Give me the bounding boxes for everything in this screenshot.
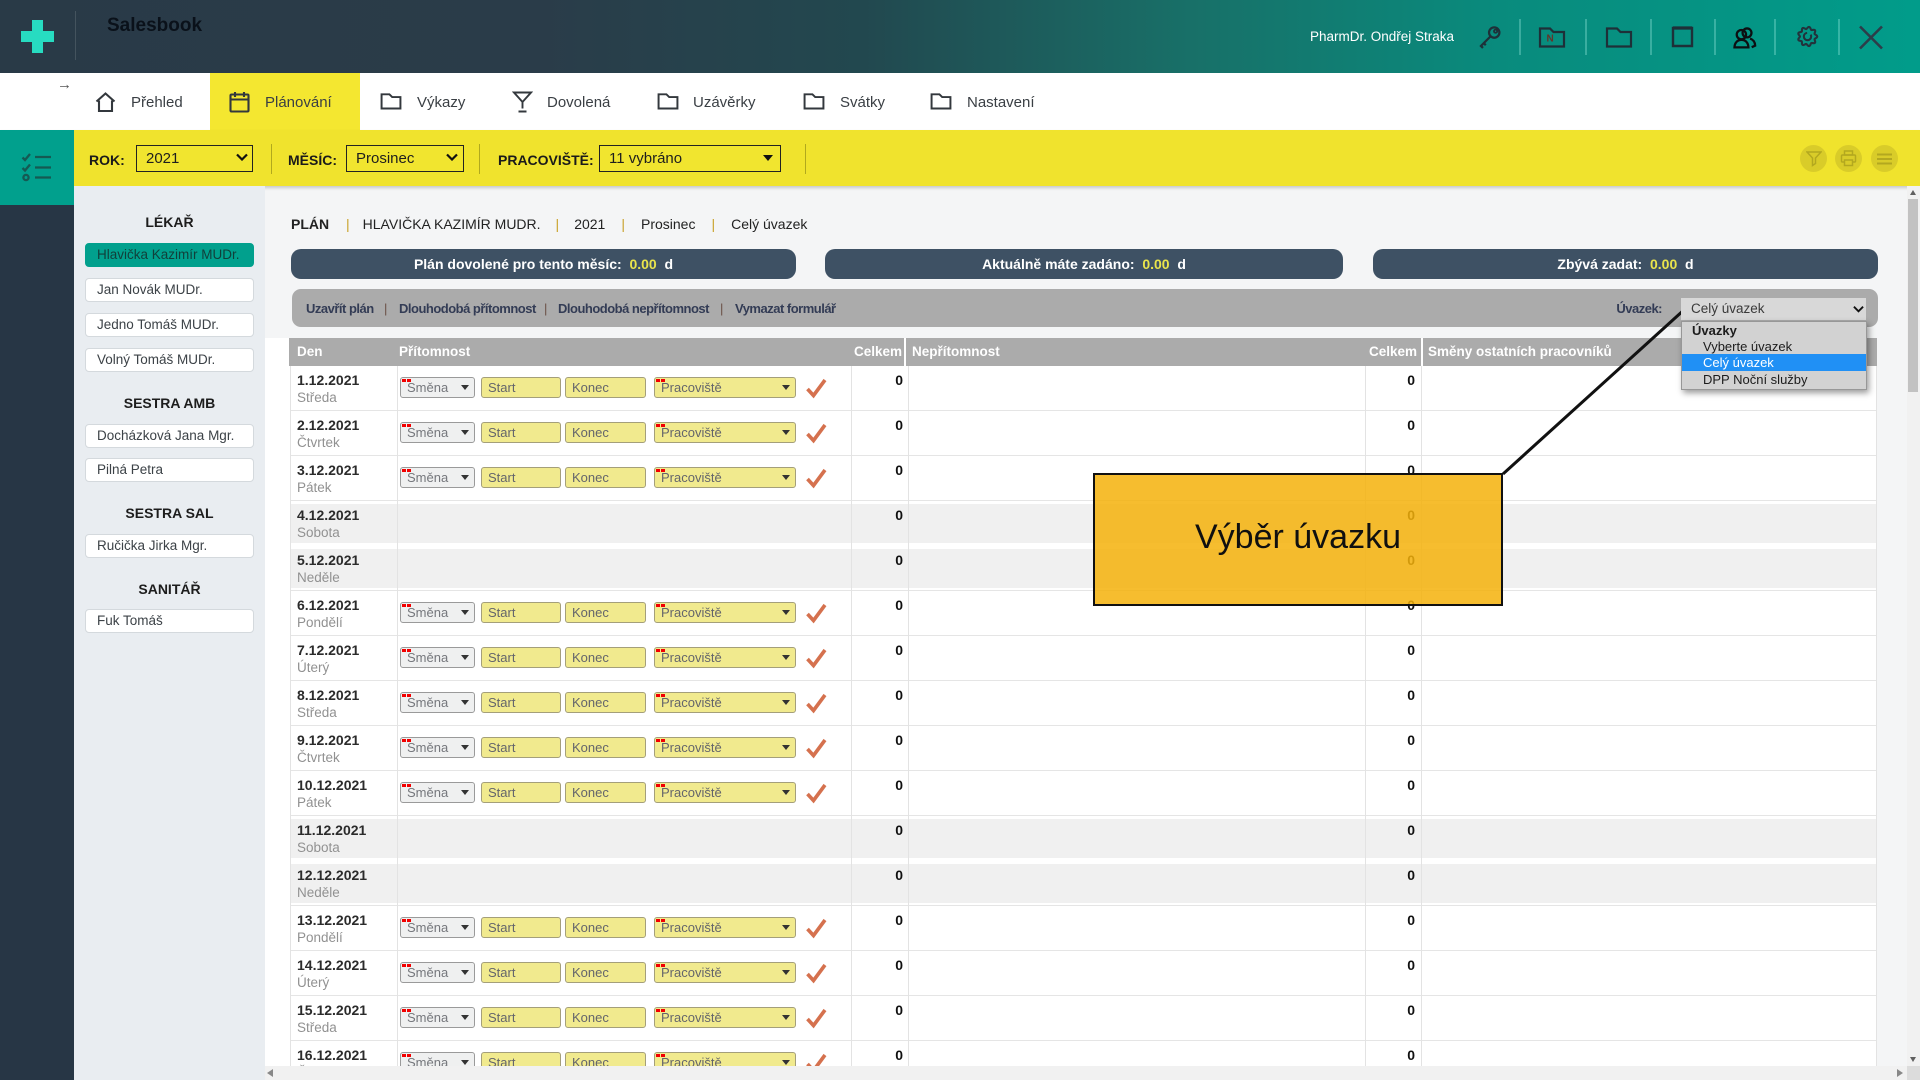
svg-text:N: N (1547, 34, 1554, 45)
